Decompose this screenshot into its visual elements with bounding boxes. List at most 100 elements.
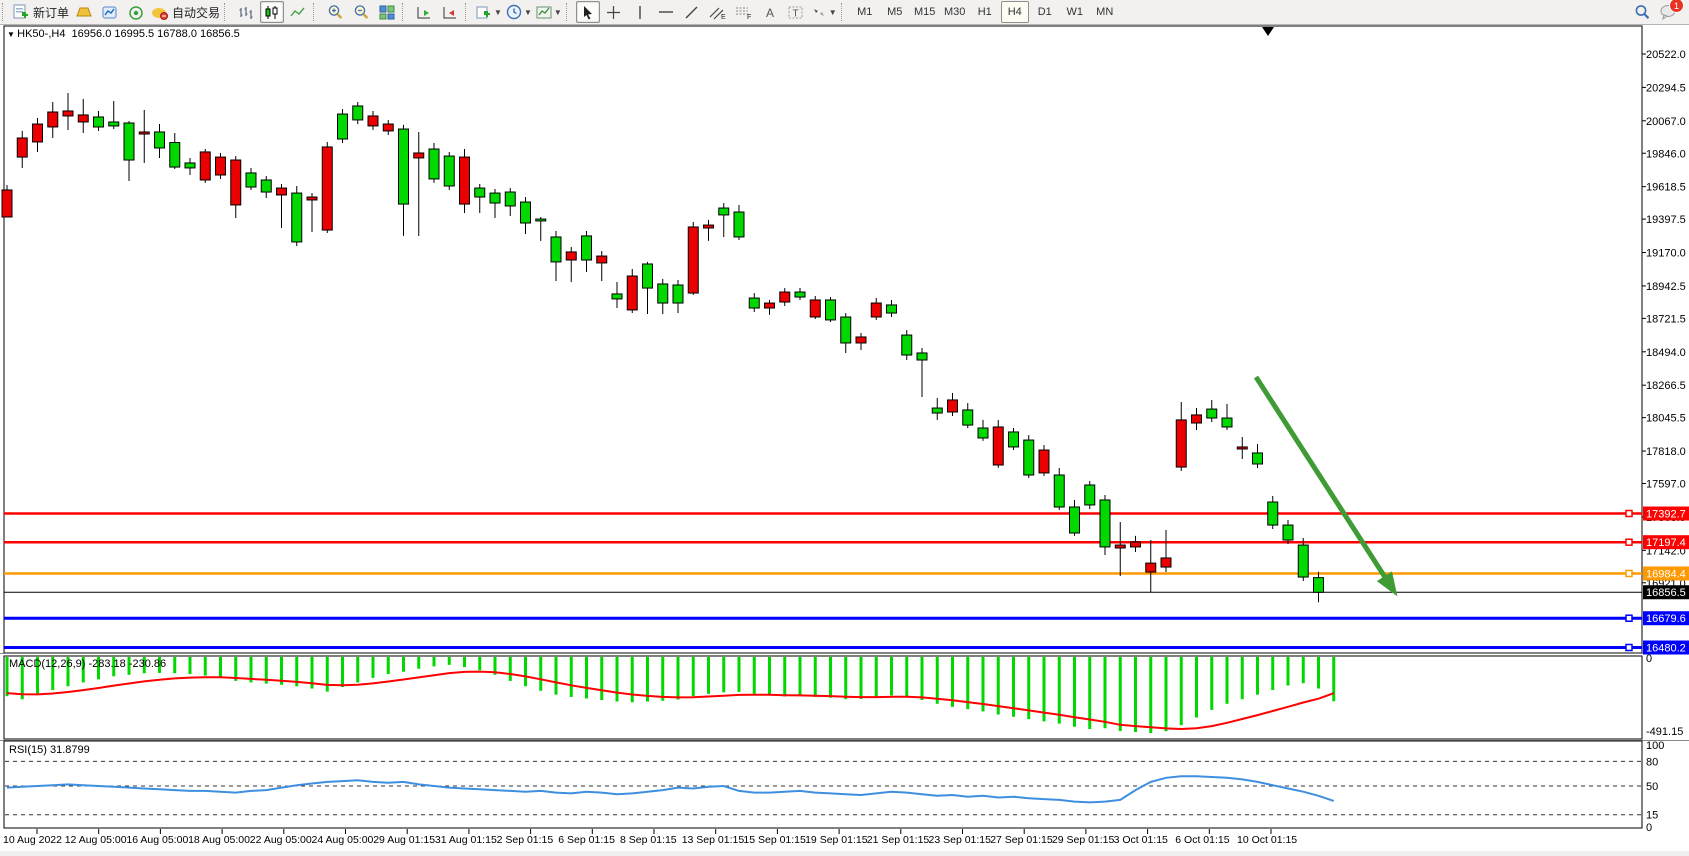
timeframe-group: M1M5M15M30H1H4D1W1MN xyxy=(850,0,1120,24)
timeframe-button-W1[interactable]: W1 xyxy=(1061,1,1089,23)
svg-text:31 Aug 01:15: 31 Aug 01:15 xyxy=(435,834,497,846)
tile-windows-icon xyxy=(379,5,395,20)
level-line-handle xyxy=(1626,511,1632,517)
svg-text:15 Sep 01:15: 15 Sep 01:15 xyxy=(743,834,806,846)
level-line-handle xyxy=(1626,539,1632,545)
svg-text:6 Sep 01:15: 6 Sep 01:15 xyxy=(558,834,615,846)
svg-text:A: A xyxy=(766,6,774,20)
level-line-handle xyxy=(1626,570,1632,576)
template-icon xyxy=(536,5,552,20)
auto-trading-label: 自动交易 xyxy=(172,4,220,21)
signal-icon xyxy=(128,5,144,20)
svg-text:0: 0 xyxy=(1646,653,1652,665)
svg-text:15: 15 xyxy=(1646,810,1658,822)
svg-text:19618.5: 19618.5 xyxy=(1646,182,1686,194)
bar-chart-button[interactable] xyxy=(234,1,258,23)
new-chart-icon xyxy=(476,5,492,20)
toolbar-separator xyxy=(2,3,9,21)
candlestick-chart-button[interactable] xyxy=(260,1,284,23)
svg-text:16 Aug 05:00: 16 Aug 05:00 xyxy=(126,834,188,846)
arrows-tool-button[interactable]: ▼ xyxy=(810,1,838,23)
arrows-icon xyxy=(811,5,827,20)
svg-text:80: 80 xyxy=(1646,756,1658,768)
svg-text:18266.5: 18266.5 xyxy=(1646,380,1686,392)
svg-text:18721.5: 18721.5 xyxy=(1646,313,1686,325)
market-watch-icon xyxy=(102,5,118,20)
auto-trading-button[interactable]: 自动交易 xyxy=(150,1,221,23)
chart-dropdown-icon[interactable]: ▼ xyxy=(7,30,17,39)
chart-shift-icon xyxy=(442,5,459,20)
vertical-line-tool-button[interactable] xyxy=(628,1,652,23)
svg-text:23 Sep 01:15: 23 Sep 01:15 xyxy=(929,834,992,846)
zoom-in-icon xyxy=(327,4,344,20)
svg-text:18494.0: 18494.0 xyxy=(1646,347,1686,359)
periods-button[interactable]: ▼ xyxy=(505,1,533,23)
svg-text:21 Sep 01:15: 21 Sep 01:15 xyxy=(867,834,930,846)
svg-text:10 Oct 01:15: 10 Oct 01:15 xyxy=(1237,834,1297,846)
svg-text:13 Sep 01:15: 13 Sep 01:15 xyxy=(682,834,745,846)
svg-text:2 Sep 01:15: 2 Sep 01:15 xyxy=(497,834,554,846)
svg-text:18045.5: 18045.5 xyxy=(1646,413,1686,425)
svg-text:19846.0: 19846.0 xyxy=(1646,148,1686,160)
toolbar-separator xyxy=(224,3,231,21)
zoom-out-icon xyxy=(353,4,370,20)
text-tool-button[interactable]: A xyxy=(758,1,782,23)
fibonacci-icon: F xyxy=(735,5,752,20)
gold-bar-button[interactable] xyxy=(72,1,96,23)
svg-text:0: 0 xyxy=(1646,822,1652,834)
timeframe-button-M30[interactable]: M30 xyxy=(941,1,969,23)
toolbar-separator xyxy=(566,3,573,21)
dropdown-arrow-icon: ▼ xyxy=(494,8,502,17)
new-order-icon xyxy=(13,4,30,20)
new-order-button[interactable]: 新订单 xyxy=(12,1,70,23)
crosshair-icon xyxy=(606,5,621,20)
chart-shift-button[interactable] xyxy=(438,1,462,23)
timeframe-button-M1[interactable]: M1 xyxy=(851,1,879,23)
search-button[interactable] xyxy=(1630,1,1654,23)
svg-text:50: 50 xyxy=(1646,781,1658,793)
auto-scroll-button[interactable] xyxy=(412,1,436,23)
svg-text:17818.0: 17818.0 xyxy=(1646,446,1686,458)
trendline-tool-button[interactable] xyxy=(680,1,704,23)
fibonacci-tool-button[interactable]: F xyxy=(732,1,756,23)
notifications-button[interactable]: 1 xyxy=(1656,1,1680,23)
new-chart-button[interactable]: ▼ xyxy=(475,1,503,23)
signal-button[interactable] xyxy=(124,1,148,23)
timeframe-button-H4[interactable]: H4 xyxy=(1001,1,1029,23)
cursor-tool-button[interactable] xyxy=(576,1,600,23)
timeframe-button-H1[interactable]: H1 xyxy=(971,1,999,23)
crosshair-tool-button[interactable] xyxy=(602,1,626,23)
svg-text:T: T xyxy=(792,8,798,19)
timeframe-button-M5[interactable]: M5 xyxy=(881,1,909,23)
svg-text:24 Aug 05:00: 24 Aug 05:00 xyxy=(312,834,374,846)
templates-button[interactable]: ▼ xyxy=(535,1,563,23)
toolbar-separator xyxy=(313,3,320,21)
vertical-line-icon xyxy=(634,5,646,20)
bar-chart-icon xyxy=(238,5,254,20)
channel-tool-button[interactable]: E xyxy=(706,1,730,23)
line-chart-button[interactable] xyxy=(286,1,310,23)
main-toolbar: 新订单 自动交易 xyxy=(0,0,1689,25)
window-bottom-edge xyxy=(0,851,1689,856)
market-watch-button[interactable] xyxy=(98,1,122,23)
search-icon xyxy=(1634,4,1651,20)
toolbar-separator xyxy=(465,3,472,21)
tile-windows-button[interactable] xyxy=(375,1,399,23)
svg-text:8 Sep 01:15: 8 Sep 01:15 xyxy=(620,834,677,846)
level-price-label: 17197.4 xyxy=(1646,537,1686,549)
chart-background xyxy=(0,25,1689,856)
horizontal-line-tool-button[interactable] xyxy=(654,1,678,23)
svg-text:19170.0: 19170.0 xyxy=(1646,248,1686,260)
chart-canvas: 20522.020294.520067.019846.019618.519397… xyxy=(0,0,1689,856)
timeframe-button-M15[interactable]: M15 xyxy=(911,1,939,23)
svg-text:10 Aug 2022: 10 Aug 2022 xyxy=(3,834,62,846)
svg-text:-491.15: -491.15 xyxy=(1646,726,1683,738)
text-icon: A xyxy=(763,5,777,20)
level-line-handle xyxy=(1626,615,1632,621)
zoom-out-button[interactable] xyxy=(349,1,373,23)
text-label-tool-button[interactable]: T xyxy=(784,1,808,23)
svg-text:6 Oct 01:15: 6 Oct 01:15 xyxy=(1175,834,1229,846)
timeframe-button-D1[interactable]: D1 xyxy=(1031,1,1059,23)
zoom-in-button[interactable] xyxy=(323,1,347,23)
timeframe-button-MN[interactable]: MN xyxy=(1091,1,1119,23)
